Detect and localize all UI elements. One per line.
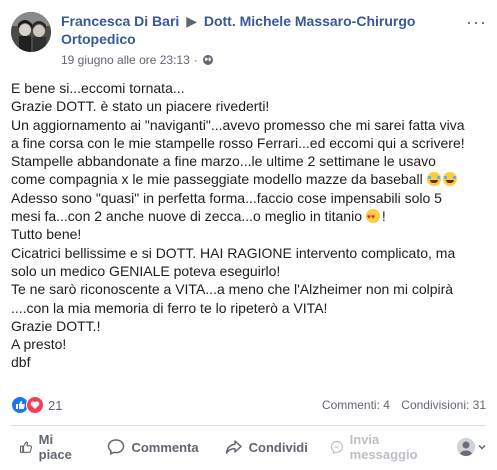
- shares-count-link[interactable]: Condivisioni: 31: [401, 398, 486, 412]
- body-line: a fine corsa con le mie stampelle rosso …: [11, 134, 465, 151]
- body-line: dbf: [11, 354, 31, 371]
- more-options-icon[interactable]: ···: [466, 12, 487, 33]
- body-line: Stampelle abbandonate a fine marzo...le …: [11, 153, 436, 170]
- body-line: Grazie DOTT.!: [11, 317, 101, 334]
- body-line: mesi fa...con 2 anche nuove di zecca...o…: [11, 207, 491, 227]
- share-button-label: Condividi: [248, 439, 308, 455]
- post-card: Francesca Di Bari ▶ Dott. Michele Massar…: [0, 0, 497, 470]
- body-line-text: come compagnia x le mie passeggiate mode…: [11, 171, 423, 188]
- comment-button-label: Commenta: [131, 439, 199, 455]
- post-header: Francesca Di Bari ▶ Dott. Michele Massar…: [61, 12, 421, 48]
- post-actions-bar: Mi piace Commenta Condividi Invia messag…: [11, 432, 486, 462]
- tears-of-joy-emoji-icon: [426, 172, 441, 187]
- post-stats: 21 Commenti: 4 Condivisioni: 31: [11, 396, 486, 416]
- reaction-count: 21: [48, 397, 63, 413]
- post-as-selector[interactable]: [457, 438, 486, 456]
- body-line: Adesso sono "quasi" in perfetta forma...…: [11, 189, 442, 206]
- body-line: Tutto bene!: [11, 226, 82, 243]
- share-arrow-icon: [225, 440, 242, 454]
- current-user-avatar: [457, 438, 475, 456]
- globe-icon[interactable]: [202, 54, 214, 66]
- heart-eyes-emoji-icon: [365, 209, 380, 227]
- body-line-text: mesi fa...con 2 anche nuove di zecca...o…: [11, 208, 362, 225]
- tears-of-joy-emoji-icon: [442, 172, 457, 187]
- body-line: A presto!: [11, 336, 67, 353]
- chevron-down-icon: [478, 444, 486, 450]
- timestamp-link[interactable]: 19 giugno alle ore 23:13: [61, 52, 190, 68]
- meta-dot: ·: [193, 53, 198, 67]
- reactions-summary[interactable]: 21: [11, 396, 62, 414]
- body-line: come compagnia x le mie passeggiate mode…: [11, 170, 491, 188]
- avatar-photo: [11, 12, 51, 52]
- comment-button[interactable]: Commenta: [107, 438, 199, 456]
- author-avatar[interactable]: [11, 12, 51, 52]
- body-line: Un aggiornamento ai "naviganti"...avevo …: [11, 116, 465, 133]
- post-meta: 19 giugno alle ore 23:13 ·: [61, 52, 214, 68]
- comment-bubble-icon: [108, 439, 125, 455]
- recipient-arrow-icon: ▶: [186, 13, 197, 29]
- like-button[interactable]: Mi piace: [19, 432, 77, 462]
- post-body: E bene si...eccomi tornata... Grazie DOT…: [11, 79, 491, 372]
- body-line: Grazie DOTT. è stato un piacere rivedert…: [11, 98, 270, 115]
- body-line-suffix: !: [381, 208, 386, 225]
- body-line: Cicatrici bellissime e si DOTT. HAI RAGI…: [11, 244, 456, 261]
- love-reaction-icon: [26, 396, 44, 414]
- engagement-counts: Commenti: 4 Condivisioni: 31: [322, 398, 486, 412]
- messenger-icon: [330, 440, 343, 455]
- body-line: E bene si...eccomi tornata...: [11, 80, 185, 96]
- body-line: solo un medico GENIALE poteva eseguirlo!: [11, 262, 281, 279]
- like-button-label: Mi piace: [38, 432, 72, 462]
- share-button[interactable]: Condividi: [225, 438, 308, 456]
- send-message-label: Invia messaggio: [349, 432, 418, 462]
- actions-divider: [11, 425, 486, 426]
- thumbs-up-icon: [19, 441, 33, 453]
- body-line: Te ne sarò riconoscente a VITA...a meno …: [11, 281, 454, 298]
- author-name-link[interactable]: Francesca Di Bari: [61, 13, 179, 29]
- send-message-button[interactable]: Invia messaggio: [330, 432, 427, 462]
- comments-count-link[interactable]: Commenti: 4: [322, 398, 390, 412]
- body-line: ....con la mia memoria di ferro te lo ri…: [11, 299, 328, 316]
